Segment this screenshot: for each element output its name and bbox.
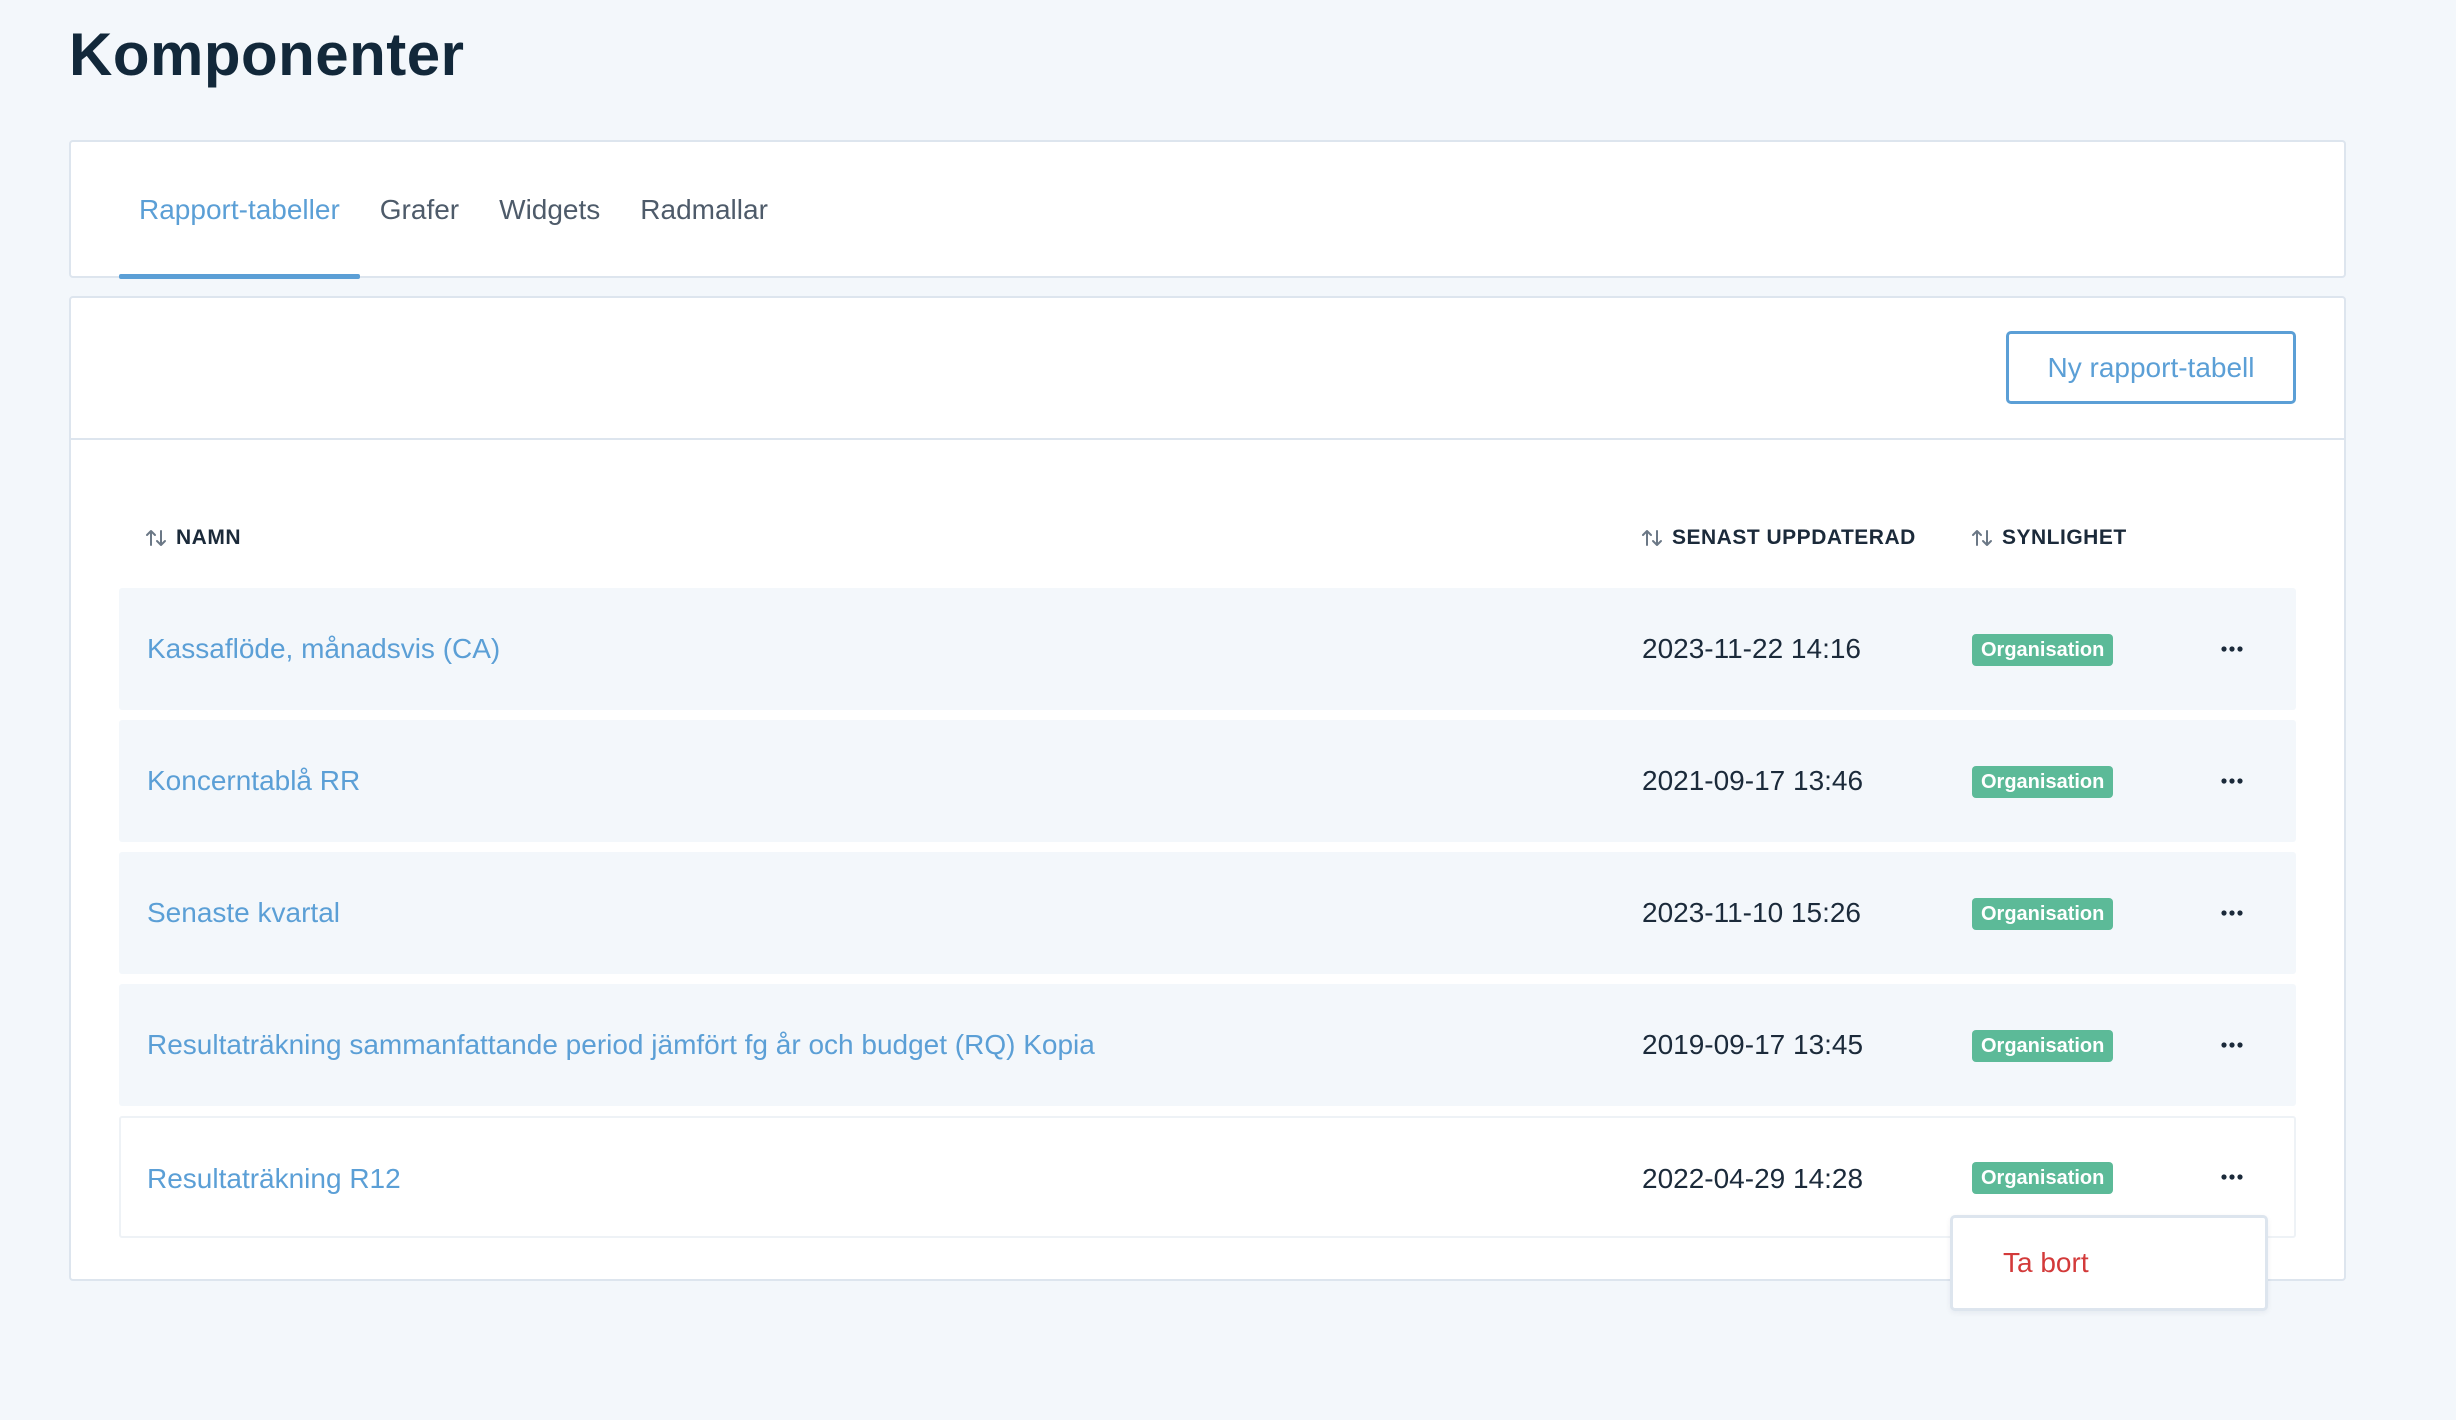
row-name-link[interactable]: Resultaträkning sammanfattande period jä… [147, 984, 1095, 1106]
table-header: NAMN SENAST UPPDATERAD SYNLIGHET [119, 518, 2296, 558]
visibility-badge: Organisation [1972, 634, 2114, 666]
tab-radmallar[interactable]: Radmallar [620, 142, 788, 278]
toolbar: Ny rapport-tabell [71, 298, 2344, 440]
tab-bar: Rapport-tabeller Grafer Widgets Radmalla… [119, 142, 788, 279]
table-row: Resultaträkning sammanfattande period jä… [119, 984, 2296, 1106]
column-header-updated-label: SENAST UPPDATERAD [1672, 526, 1916, 549]
tabs-card: Rapport-tabeller Grafer Widgets Radmalla… [69, 140, 2346, 279]
visibility-badge: Organisation [1972, 766, 2114, 798]
visibility-badge: Organisation [1972, 1162, 2114, 1194]
row-name-link[interactable]: Senaste kvartal [147, 852, 340, 974]
more-options-icon [2221, 910, 2243, 916]
main-card: Ny rapport-tabell NAMN SENAST UPPDATERAD [69, 296, 2346, 1281]
row-name-link[interactable]: Resultaträkning R12 [147, 1118, 401, 1240]
row-name-link[interactable]: Koncerntablå RR [147, 720, 360, 842]
more-options-icon [2221, 646, 2243, 652]
more-options-button[interactable] [2208, 627, 2256, 671]
table-row: Senaste kvartal 2023-11-10 15:26 Organis… [119, 852, 2296, 974]
row-updated: 2023-11-22 14:16 [1642, 633, 1861, 664]
tab-rapport-tabeller[interactable]: Rapport-tabeller [119, 142, 360, 279]
tab-grafer[interactable]: Grafer [360, 142, 479, 278]
page: Komponenter Rapport-tabeller Grafer Widg… [0, 0, 2456, 1420]
sort-icon [146, 530, 166, 546]
page-title: Komponenter [69, 21, 465, 88]
visibility-badge: Organisation [1972, 898, 2114, 930]
tab-widgets[interactable]: Widgets [479, 142, 620, 278]
more-options-button[interactable] [2208, 891, 2256, 935]
column-header-name-label: NAMN [176, 526, 241, 549]
row-options-menu: Ta bort [1950, 1215, 2268, 1311]
column-header-visibility[interactable]: SYNLIGHET [1971, 518, 2127, 558]
visibility-badge: Organisation [1972, 1030, 2114, 1062]
sort-icon [1642, 530, 1662, 546]
more-options-button[interactable] [2208, 1023, 2256, 1067]
row-name-link[interactable]: Kassaflöde, månadsvis (CA) [147, 588, 500, 710]
sort-icon [1972, 530, 1992, 546]
row-updated: 2023-11-10 15:26 [1642, 897, 1861, 928]
table-row: Kassaflöde, månadsvis (CA) 2023-11-22 14… [119, 588, 2296, 710]
table-row: Koncerntablå RR 2021-09-17 13:46 Organis… [119, 720, 2296, 842]
more-options-button[interactable] [2208, 1155, 2256, 1199]
delete-menu-item[interactable]: Ta bort [2003, 1218, 2089, 1308]
row-updated: 2022-04-29 14:28 [1642, 1163, 1864, 1194]
column-header-updated[interactable]: SENAST UPPDATERAD [1641, 518, 1916, 558]
row-updated: 2021-09-17 13:46 [1642, 765, 1864, 796]
row-updated: 2019-09-17 13:45 [1642, 1029, 1864, 1060]
more-options-button[interactable] [2208, 759, 2256, 803]
more-options-icon [2221, 1174, 2243, 1180]
column-header-visibility-label: SYNLIGHET [2002, 526, 2127, 549]
more-options-icon [2221, 1042, 2243, 1048]
more-options-icon [2221, 778, 2243, 784]
new-report-table-button[interactable]: Ny rapport-tabell [2006, 331, 2296, 404]
column-header-name[interactable]: NAMN [145, 518, 241, 558]
